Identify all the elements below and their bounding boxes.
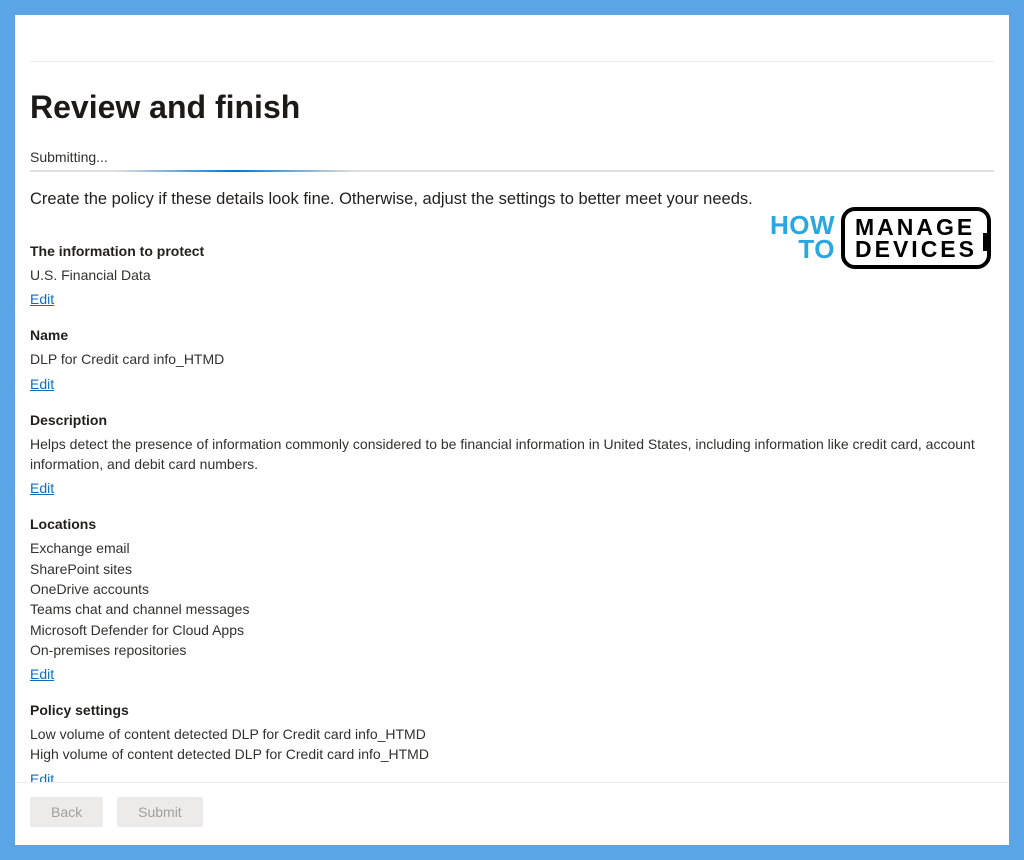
section-name: Name DLP for Credit card info_HTMD Edit: [30, 327, 994, 393]
section-policy-settings: Policy settings Low volume of content de…: [30, 702, 994, 782]
location-item: Exchange email: [30, 538, 994, 558]
location-item: OneDrive accounts: [30, 579, 994, 599]
section-value: Helps detect the presence of information…: [30, 434, 994, 475]
wizard-footer: Back Submit: [15, 782, 1009, 845]
branding-logo: HOW TO MANAGE DEVICES: [770, 207, 991, 269]
page-title: Review and finish: [30, 90, 994, 125]
policy-settings-list: Low volume of content detected DLP for C…: [30, 724, 994, 765]
section-locations: Locations Exchange email SharePoint site…: [30, 516, 994, 684]
edit-link-description[interactable]: Edit: [30, 480, 54, 496]
location-item: On-premises repositories: [30, 640, 994, 660]
location-item: Microsoft Defender for Cloud Apps: [30, 620, 994, 640]
progress-bar: [30, 170, 994, 172]
section-label: Policy settings: [30, 702, 994, 718]
edit-link-locations[interactable]: Edit: [30, 666, 54, 682]
logo-manage-devices: MANAGE DEVICES: [841, 207, 991, 269]
section-value: DLP for Credit card info_HTMD: [30, 349, 994, 369]
section-label: Name: [30, 327, 994, 343]
locations-list: Exchange email SharePoint sites OneDrive…: [30, 538, 994, 660]
edit-link-protect[interactable]: Edit: [30, 291, 54, 307]
section-label: Locations: [30, 516, 994, 532]
policy-setting-item: Low volume of content detected DLP for C…: [30, 724, 994, 744]
location-item: Teams chat and channel messages: [30, 599, 994, 619]
edit-link-policy-settings[interactable]: Edit: [30, 771, 54, 782]
wizard-content: Review and finish Submitting... Create t…: [15, 15, 1009, 782]
section-label: Description: [30, 412, 994, 428]
back-button[interactable]: Back: [30, 797, 103, 827]
wizard-panel: Review and finish Submitting... Create t…: [15, 15, 1009, 845]
submit-button[interactable]: Submit: [117, 797, 203, 827]
section-description: Description Helps detect the presence of…: [30, 412, 994, 499]
status-text: Submitting...: [30, 149, 994, 165]
top-divider: [30, 61, 994, 62]
logo-howto: HOW TO: [770, 214, 835, 262]
location-item: SharePoint sites: [30, 559, 994, 579]
policy-setting-item: High volume of content detected DLP for …: [30, 744, 994, 764]
edit-link-name[interactable]: Edit: [30, 376, 54, 392]
